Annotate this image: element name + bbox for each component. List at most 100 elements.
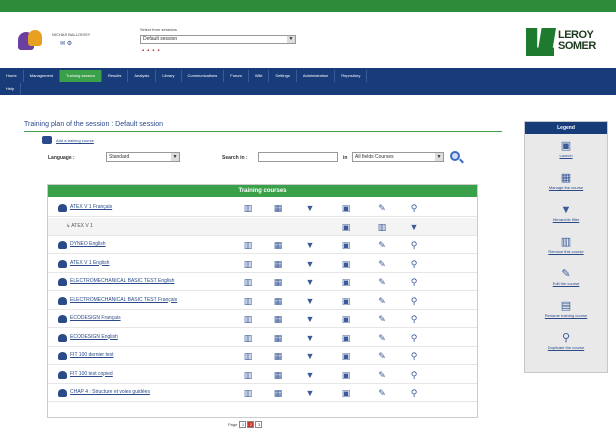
duplicate-icon[interactable]: ⚲ <box>409 351 419 361</box>
manage-icon[interactable]: ▦ <box>273 370 283 380</box>
edit-icon[interactable]: ✎ <box>377 240 387 250</box>
nav-item-repository[interactable]: Repository <box>335 70 368 82</box>
nav-item-wiki[interactable]: Wiki <box>249 70 270 82</box>
legend-label: Launch <box>559 153 573 158</box>
duplicate-icon[interactable]: ⚲ <box>409 333 419 343</box>
duplicate-icon[interactable]: ⚲ <box>409 314 419 324</box>
edit-icon[interactable]: ✎ <box>377 259 387 269</box>
session-select[interactable]: Default session ▼ <box>140 35 296 44</box>
edit-icon[interactable]: ✎ <box>377 333 387 343</box>
remove-icon[interactable]: ▥ <box>243 314 253 324</box>
edit-icon[interactable]: ✎ <box>377 370 387 380</box>
nav-item-analysis[interactable]: Analysis <box>128 70 157 82</box>
edit-icon[interactable]: ✎ <box>377 314 387 324</box>
search-button[interactable] <box>450 151 464 164</box>
manage-icon[interactable]: ▦ <box>273 277 283 287</box>
course-link[interactable]: FIT 100 test copied <box>70 371 113 377</box>
duplicate-icon[interactable]: ⚲ <box>409 370 419 380</box>
launch-icon[interactable]: ▣ <box>341 351 351 361</box>
launch-icon[interactable]: ▣ <box>341 370 351 380</box>
nav-item-communications[interactable]: Communications <box>182 70 225 82</box>
edit-icon[interactable]: ✎ <box>377 277 387 287</box>
language-select[interactable]: Standard ▼ <box>106 152 180 162</box>
course-link[interactable]: CHAP 4 : Structure et voies guidées <box>70 389 150 395</box>
nav-item-home[interactable]: Home <box>0 70 24 82</box>
remove-icon[interactable]: ▥ <box>243 370 253 380</box>
filter-icon[interactable]: ▼ <box>305 259 315 269</box>
edit-icon[interactable]: ✎ <box>377 351 387 361</box>
remove-icon[interactable]: ▥ <box>243 296 253 306</box>
edit-icon[interactable]: ✎ <box>377 388 387 398</box>
remove-icon[interactable]: ▥ <box>377 222 387 232</box>
course-link[interactable]: ATEX V 1 Français <box>70 204 112 210</box>
launch-icon[interactable]: ▣ <box>341 222 351 232</box>
page-button[interactable]: 3 <box>255 421 263 428</box>
add-course-icon[interactable] <box>42 136 52 144</box>
manage-icon[interactable]: ▦ <box>273 296 283 306</box>
edit-icon[interactable]: ✎ <box>377 203 387 213</box>
course-link[interactable]: ELECTROMECHANICAL BASIC TEST Français <box>70 297 177 303</box>
search-input[interactable] <box>258 152 338 162</box>
launch-icon[interactable]: ▣ <box>341 203 351 213</box>
launch-icon[interactable]: ▣ <box>341 277 351 287</box>
nav-item-administration[interactable]: Administration <box>297 70 336 82</box>
page-button[interactable]: 2 <box>247 421 255 428</box>
nav-item-management[interactable]: Management <box>24 70 61 82</box>
manage-icon[interactable]: ▦ <box>273 314 283 324</box>
language-flags[interactable]: ▪▪▪▪ <box>142 48 163 54</box>
launch-icon[interactable]: ▣ <box>341 296 351 306</box>
course-link[interactable]: DYNEO English <box>70 241 106 247</box>
course-link[interactable]: FIT 100 dernier test <box>70 352 114 358</box>
manage-icon[interactable]: ▦ <box>273 259 283 269</box>
filter-icon[interactable]: ▼ <box>409 222 419 232</box>
duplicate-icon[interactable]: ⚲ <box>409 203 419 213</box>
user-icons[interactable]: ✉ ⚙ <box>60 40 72 47</box>
remove-icon[interactable]: ▥ <box>243 351 253 361</box>
manage-icon[interactable]: ▦ <box>273 388 283 398</box>
duplicate-icon[interactable]: ⚲ <box>409 240 419 250</box>
nav-item-forum[interactable]: Forum <box>224 70 249 82</box>
nav-item-results[interactable]: Results <box>102 70 129 82</box>
filter-icon[interactable]: ▼ <box>305 240 315 250</box>
filter-icon[interactable]: ▼ <box>305 277 315 287</box>
course-link[interactable]: ECODESIGN Français <box>70 315 121 321</box>
manage-icon[interactable]: ▦ <box>273 203 283 213</box>
launch-icon[interactable]: ▣ <box>341 240 351 250</box>
edit-icon[interactable]: ✎ <box>377 296 387 306</box>
duplicate-icon[interactable]: ⚲ <box>409 388 419 398</box>
nav-item-training-session[interactable]: Training session <box>60 70 103 82</box>
launch-icon[interactable]: ▣ <box>341 333 351 343</box>
duplicate-icon[interactable]: ⚲ <box>409 277 419 287</box>
filter-icon[interactable]: ▼ <box>305 370 315 380</box>
launch-icon[interactable]: ▣ <box>341 388 351 398</box>
nav-item-settings[interactable]: Settings <box>269 70 297 82</box>
add-course-link[interactable]: Add a training course <box>56 138 94 143</box>
duplicate-icon[interactable]: ⚲ <box>409 296 419 306</box>
remove-icon[interactable]: ▥ <box>243 259 253 269</box>
manage-icon[interactable]: ▦ <box>273 333 283 343</box>
filter-icon[interactable]: ▼ <box>305 314 315 324</box>
filter-icon[interactable]: ▼ <box>305 333 315 343</box>
course-link[interactable]: ATEX V 1 English <box>70 260 109 266</box>
user-avatar[interactable] <box>18 30 44 52</box>
duplicate-icon[interactable]: ⚲ <box>409 259 419 269</box>
remove-icon[interactable]: ▥ <box>243 240 253 250</box>
remove-icon[interactable]: ▥ <box>243 333 253 343</box>
course-link[interactable]: ECODESIGN English <box>70 334 118 340</box>
manage-icon[interactable]: ▦ <box>273 351 283 361</box>
manage-icon[interactable]: ▦ <box>273 240 283 250</box>
remove-icon[interactable]: ▥ <box>243 277 253 287</box>
nav-item-library[interactable]: Library <box>156 70 182 82</box>
scope-select[interactable]: All fields Courses ▼ <box>352 152 444 162</box>
filter-icon[interactable]: ▼ <box>305 351 315 361</box>
filter-icon[interactable]: ▼ <box>305 203 315 213</box>
course-link[interactable]: ELECTROMECHANICAL BASIC TEST English <box>70 278 174 284</box>
launch-icon[interactable]: ▣ <box>341 314 351 324</box>
filter-icon[interactable]: ▼ <box>305 388 315 398</box>
remove-icon[interactable]: ▥ <box>243 203 253 213</box>
filter-icon[interactable]: ▼ <box>305 296 315 306</box>
nav-item-help[interactable]: Help <box>0 83 22 95</box>
launch-icon[interactable]: ▣ <box>341 259 351 269</box>
page-button[interactable]: 1 <box>239 421 247 428</box>
remove-icon[interactable]: ▥ <box>243 388 253 398</box>
